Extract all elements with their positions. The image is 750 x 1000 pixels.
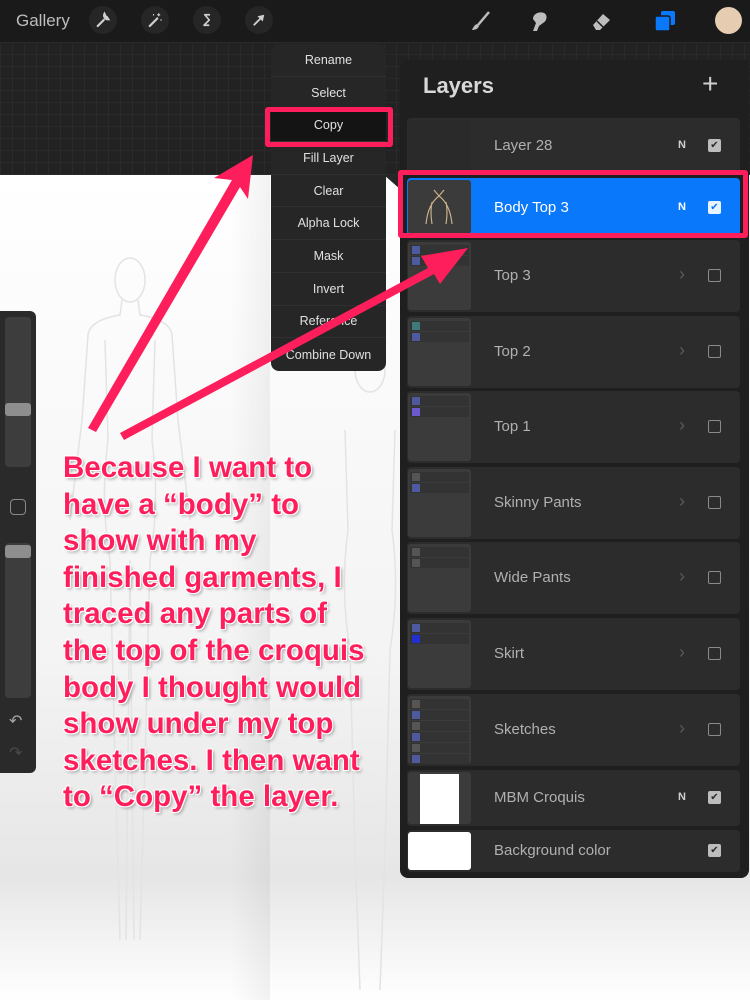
blend-mode-button[interactable]: N — [678, 791, 686, 803]
layer-name: Top 1 — [494, 418, 531, 435]
visibility-checkbox[interactable] — [708, 723, 721, 736]
layer-row-background[interactable]: Background color ✔ — [407, 830, 740, 872]
layer-row[interactable]: MBM Croquis N ✔ — [407, 770, 740, 826]
menu-item-rename[interactable]: Rename — [271, 44, 386, 77]
adjustments-button[interactable] — [141, 6, 169, 34]
layer-group-row[interactable]: Wide Pants › — [407, 542, 740, 614]
chevron-right-icon[interactable]: › — [679, 642, 685, 663]
layer-thumbnail — [408, 120, 471, 172]
layer-group-row[interactable]: Skirt › — [407, 618, 740, 690]
menu-item-combine-down[interactable]: Combine Down — [271, 338, 386, 371]
layer-group-row[interactable]: Top 1 › — [407, 391, 740, 463]
menu-item-invert[interactable]: Invert — [271, 273, 386, 306]
layer-group-row[interactable]: Sketches › — [407, 694, 740, 766]
top-toolbar: Gallery — [0, 0, 750, 42]
chevron-right-icon[interactable]: › — [679, 718, 685, 739]
smudge-icon — [533, 12, 547, 31]
menu-item-mask[interactable]: Mask — [271, 240, 386, 273]
chevron-right-icon[interactable]: › — [679, 264, 685, 285]
group-thumbnail — [408, 469, 471, 537]
chevron-right-icon[interactable]: › — [679, 566, 685, 587]
chevron-right-icon[interactable]: › — [679, 340, 685, 361]
layer-options-menu: Rename Select Copy Fill Layer Clear Alph… — [271, 44, 386, 371]
opacity-slider[interactable] — [5, 543, 31, 698]
group-thumbnail — [408, 544, 471, 612]
group-thumbnail — [408, 393, 471, 461]
layer-name: Background color — [494, 842, 611, 859]
annotation-text: Because I want to have a “body” to show … — [63, 451, 365, 814]
layer-name: Skirt — [494, 645, 524, 662]
color-picker-button[interactable] — [715, 7, 742, 34]
group-thumbnail — [408, 620, 471, 688]
visibility-checkbox[interactable]: ✔ — [708, 791, 721, 804]
magic-wand-icon — [148, 13, 162, 28]
visibility-checkbox[interactable] — [708, 647, 721, 660]
layer-group-row[interactable]: Top 2 › — [407, 316, 740, 388]
actions-button[interactable] — [89, 6, 117, 34]
layers-button[interactable] — [650, 6, 680, 36]
opacity-thumb[interactable] — [5, 545, 31, 558]
group-thumbnail — [408, 242, 471, 310]
layers-title: Layers — [423, 73, 494, 98]
copy-highlight-box — [265, 107, 393, 147]
visibility-checkbox[interactable]: ✔ — [708, 139, 721, 152]
selection-icon — [203, 13, 211, 27]
brush-size-thumb[interactable] — [5, 403, 31, 416]
layer-name: Sketches — [494, 721, 556, 738]
gallery-button[interactable]: Gallery — [16, 11, 70, 31]
eraser-icon — [593, 14, 610, 30]
chevron-right-icon[interactable]: › — [679, 415, 685, 436]
group-thumbnail — [408, 696, 471, 764]
body-top-3-highlight-box — [398, 170, 748, 238]
redo-icon[interactable]: ↷ — [9, 743, 22, 763]
transform-arrow-icon — [253, 14, 265, 26]
transform-button[interactable] — [245, 6, 273, 34]
visibility-checkbox[interactable] — [708, 269, 721, 282]
brush-size-slider[interactable] — [5, 317, 31, 467]
menu-item-reference[interactable]: Reference — [271, 306, 386, 339]
visibility-checkbox[interactable]: ✔ — [708, 844, 721, 857]
layer-group-row[interactable]: Skinny Pants › — [407, 467, 740, 539]
add-layer-icon[interactable]: + — [702, 70, 718, 98]
layer-thumbnail — [408, 772, 471, 824]
selection-button[interactable] — [193, 6, 221, 34]
chevron-right-icon[interactable]: › — [679, 491, 685, 512]
visibility-checkbox[interactable] — [708, 420, 721, 433]
visibility-checkbox[interactable] — [708, 571, 721, 584]
layers-icon — [654, 11, 675, 32]
brush-icon — [472, 11, 490, 30]
menu-item-clear[interactable]: Clear — [271, 175, 386, 208]
brush-sidebar: ↶ ↷ — [0, 311, 36, 773]
modify-button[interactable] — [10, 499, 26, 515]
layer-name: Top 2 — [494, 343, 531, 360]
wrench-icon — [96, 11, 111, 28]
visibility-checkbox[interactable] — [708, 345, 721, 358]
layer-name: Skinny Pants — [494, 494, 582, 511]
eraser-button[interactable] — [586, 6, 616, 36]
brush-button[interactable] — [466, 6, 496, 36]
menu-item-select[interactable]: Select — [271, 77, 386, 110]
layer-name: Wide Pants — [494, 569, 571, 586]
smudge-button[interactable] — [524, 6, 554, 36]
blend-mode-button[interactable]: N — [678, 139, 686, 151]
undo-icon[interactable]: ↶ — [9, 711, 22, 731]
layer-name: Layer 28 — [494, 137, 553, 154]
layer-group-row[interactable]: Top 3 › — [407, 240, 740, 312]
layer-name: Top 3 — [494, 267, 531, 284]
layer-row[interactable]: Layer 28 N ✔ — [407, 118, 740, 174]
menu-item-alpha-lock[interactable]: Alpha Lock — [271, 207, 386, 241]
layer-name: MBM Croquis — [494, 789, 585, 806]
visibility-checkbox[interactable] — [708, 496, 721, 509]
background-color-swatch[interactable] — [408, 832, 471, 870]
group-thumbnail — [408, 318, 471, 386]
